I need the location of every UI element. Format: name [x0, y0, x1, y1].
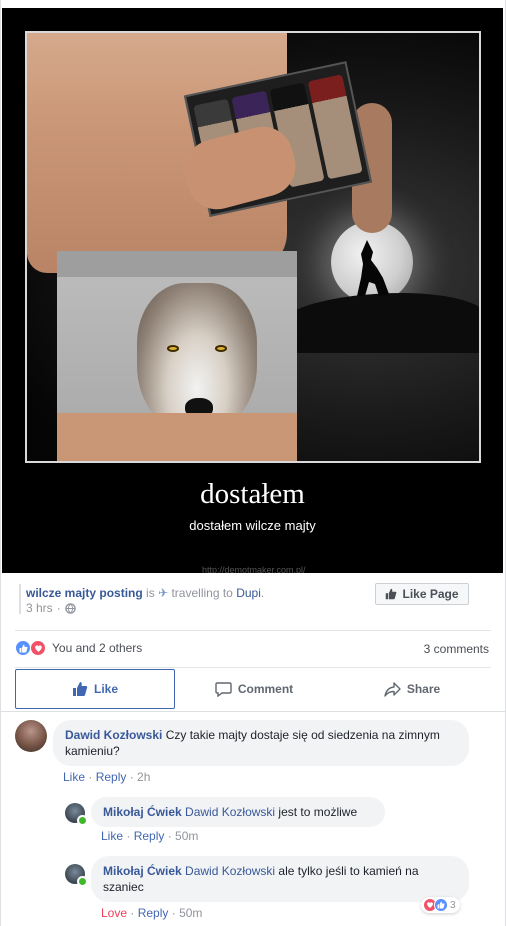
love-reaction-icon — [30, 640, 46, 656]
reply-love-link[interactable]: Love — [101, 906, 127, 920]
comment-author[interactable]: Dawid Kozłowski — [65, 728, 162, 742]
reply-meta: Love · Reply · 50m — [101, 906, 203, 920]
reply-reaction-pill[interactable]: 3 — [421, 897, 460, 913]
airplane-icon: ✈ — [158, 586, 169, 600]
demotivator-subtitle: dostałem wilcze majty — [189, 518, 316, 533]
reply-reply-link[interactable]: Reply — [138, 906, 169, 920]
howling-wolf-silhouette — [357, 240, 389, 296]
facebook-post: dostałem dostałem wilcze majty http://de… — [0, 0, 506, 926]
divider — [1, 711, 505, 712]
comment-bubble: Dawid Kozłowski Czy takie majty dostaje … — [53, 720, 469, 766]
reply-author[interactable]: Mikołaj Ćwiek — [103, 805, 182, 819]
is-text: is — [146, 586, 155, 600]
thumbs-up-icon — [72, 682, 88, 696]
reaction-summary-text: You and 2 others — [52, 641, 143, 655]
demotivator-title: dostałem — [200, 478, 305, 510]
shared-divider — [19, 584, 21, 614]
avatar[interactable] — [15, 720, 47, 752]
comment-meta: Like · Reply · 2h — [63, 770, 151, 784]
waistband — [57, 251, 297, 277]
comment-like-link[interactable]: Like — [63, 770, 85, 784]
like-reaction-icon — [15, 640, 31, 656]
post-author-line: wilcze majty posting is ✈ travelling to … — [26, 586, 265, 600]
image-photo-frame — [25, 31, 481, 463]
like-button[interactable]: Like — [15, 669, 175, 709]
reply-time[interactable]: 50m — [175, 829, 198, 843]
demotivator-watermark: http://demotmaker.com.pl/ — [202, 565, 306, 573]
reply-mention[interactable]: Dawid Kozłowski — [185, 805, 275, 819]
divider — [15, 667, 491, 668]
place-link[interactable]: Dupi — [236, 586, 261, 600]
reaction-summary[interactable]: You and 2 others — [15, 640, 142, 656]
post-time[interactable]: 3 hrs — [26, 601, 53, 615]
comment-icon — [215, 682, 232, 697]
share-label: Share — [406, 682, 441, 696]
reply-bubble: Mikołaj Ćwiek Dawid Kozłowski jest to mo… — [91, 797, 385, 827]
share-icon — [384, 682, 401, 697]
reply-like-link[interactable]: Like — [101, 829, 123, 843]
reply-bubble: Mikołaj Ćwiek Dawid Kozłowski ale tylko … — [91, 856, 469, 902]
page-name-link[interactable]: wilcze majty posting — [26, 586, 143, 600]
legs — [57, 413, 297, 461]
post-timestamp-row: 3 hrs · — [26, 601, 76, 615]
wolf-face-print — [137, 283, 257, 433]
reply-meta: Like · Reply · 50m — [101, 829, 199, 843]
reply-author[interactable]: Mikołaj Ćwiek — [103, 864, 182, 878]
hill-silhouette — [277, 293, 479, 353]
like-page-label: Like Page — [402, 587, 459, 601]
reply-reply-link[interactable]: Reply — [134, 829, 165, 843]
like-page-button[interactable]: Like Page — [375, 583, 469, 605]
comment-button[interactable]: Comment — [175, 669, 333, 709]
post-image[interactable]: dostałem dostałem wilcze majty http://de… — [2, 8, 503, 573]
reply-time[interactable]: 50m — [179, 906, 202, 920]
activity-text: travelling to — [171, 586, 233, 600]
comment-time[interactable]: 2h — [137, 770, 150, 784]
globe-icon[interactable] — [64, 602, 76, 614]
comment-label: Comment — [237, 682, 294, 696]
online-indicator — [77, 815, 88, 826]
like-reaction-icon — [434, 898, 448, 912]
reply-mention[interactable]: Dawid Kozłowski — [185, 864, 275, 878]
comment-reply-link[interactable]: Reply — [96, 770, 127, 784]
reaction-count: 3 — [450, 899, 456, 911]
divider — [15, 630, 491, 631]
comments-count-link[interactable]: 3 comments — [424, 642, 489, 656]
thumbs-up-icon — [386, 588, 397, 600]
share-button[interactable]: Share — [333, 669, 491, 709]
online-indicator — [77, 876, 88, 887]
post-actions-bar: Like Comment Share — [15, 669, 491, 709]
like-label: Like — [93, 682, 118, 696]
reply-text: jest to możliwe — [278, 805, 358, 819]
